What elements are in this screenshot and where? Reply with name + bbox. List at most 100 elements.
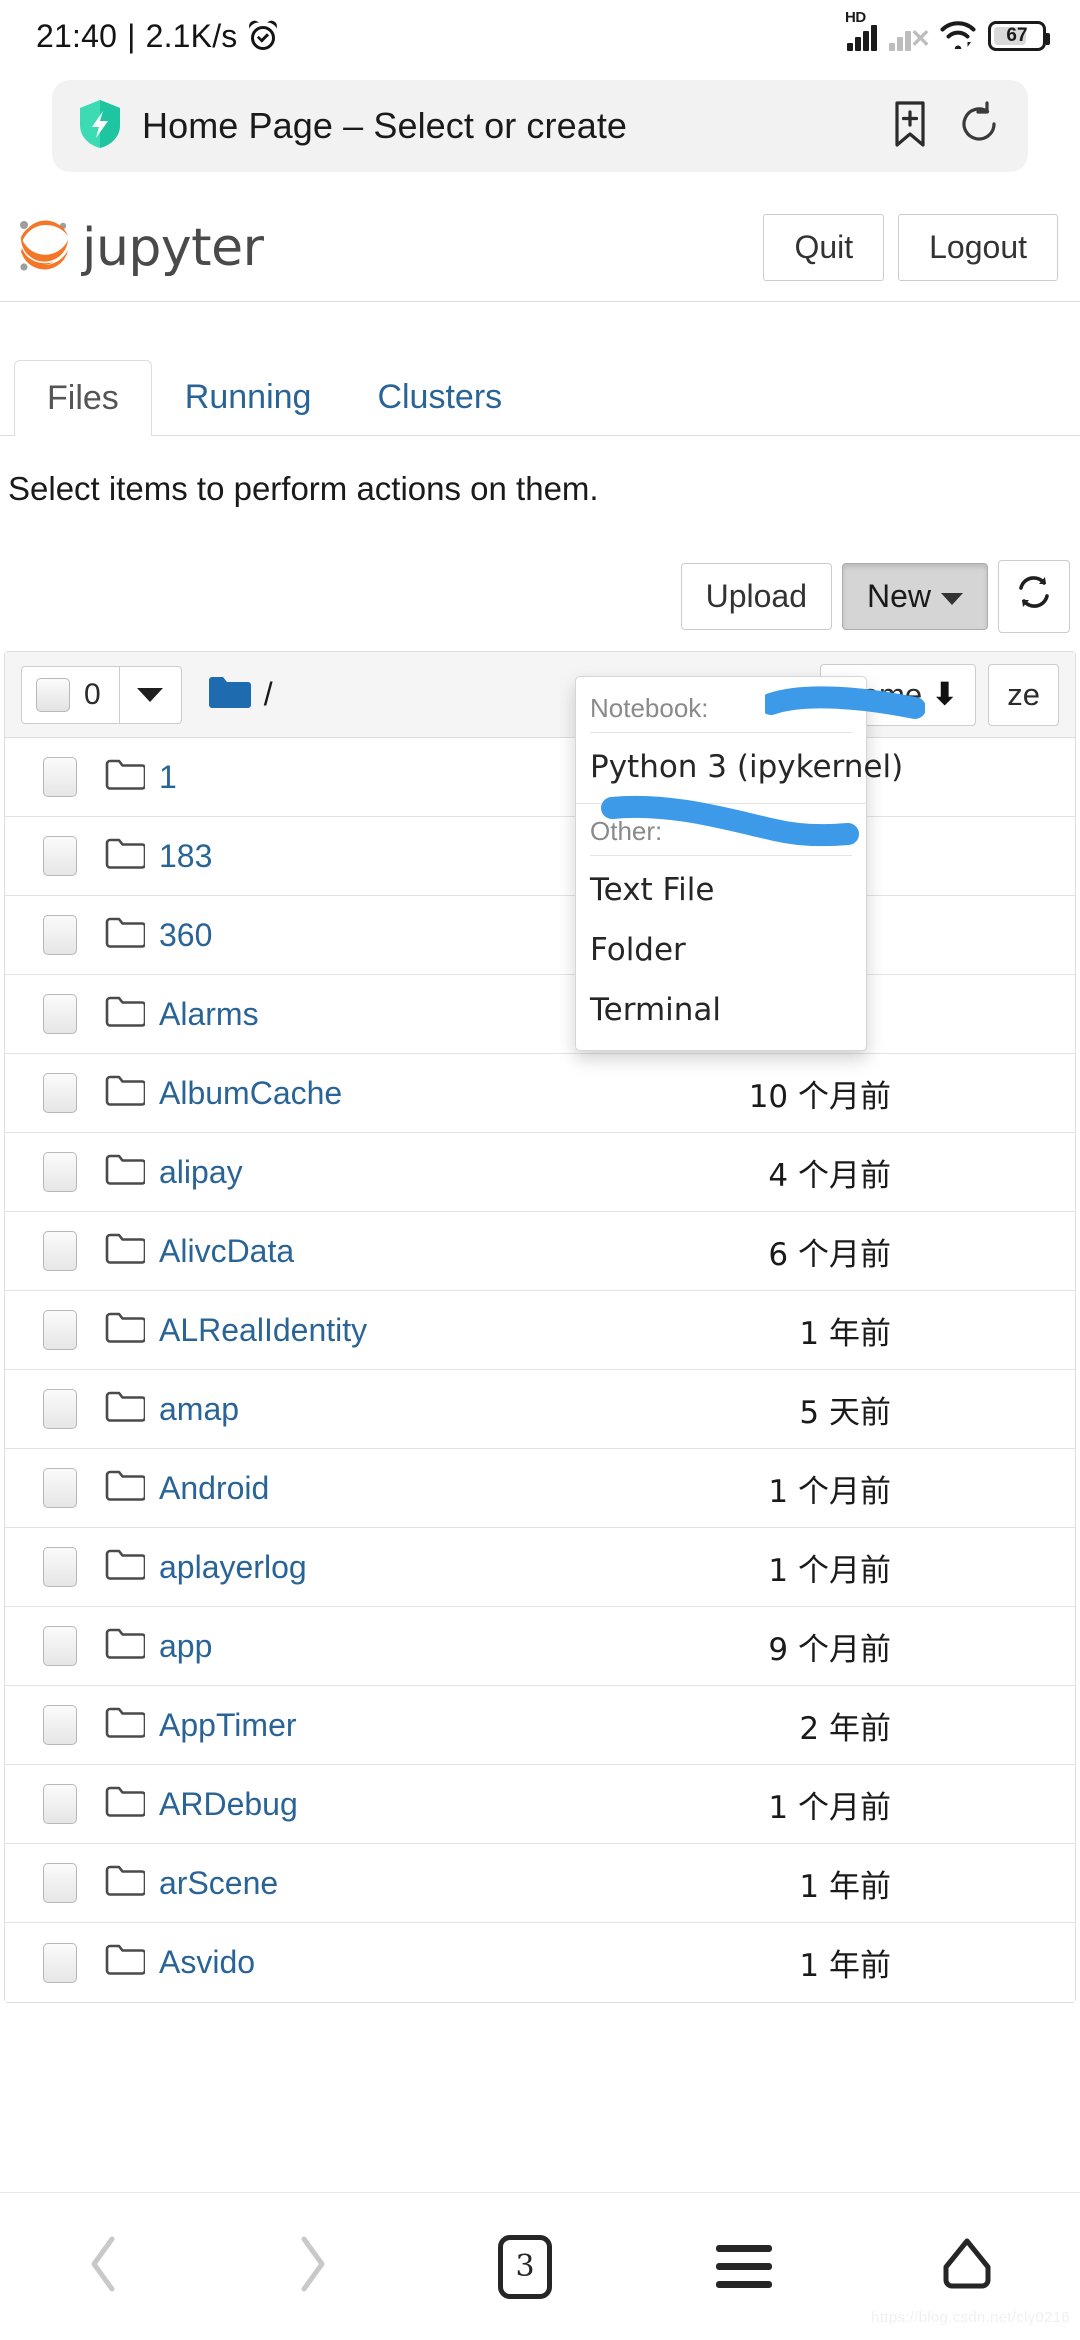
new-button[interactable]: New xyxy=(841,563,988,630)
file-name-link[interactable]: app xyxy=(159,1628,212,1665)
table-row[interactable]: AlbumCache 10 个月前 xyxy=(5,1054,1075,1133)
file-name-link[interactable]: AlbumCache xyxy=(159,1075,342,1112)
reload-icon[interactable] xyxy=(956,100,1002,153)
row-checkbox[interactable] xyxy=(43,1468,77,1508)
table-row[interactable]: alipay 4 个月前 xyxy=(5,1133,1075,1212)
tab-clusters[interactable]: Clusters xyxy=(344,359,535,435)
jupyter-page: jupyter Quit Logout Files Running Cluste… xyxy=(0,194,1080,2003)
table-row[interactable]: arScene 1 年前 xyxy=(5,1844,1075,1923)
select-all-checkbox[interactable]: 0 xyxy=(21,665,120,724)
table-row[interactable]: amap 5 天前 xyxy=(5,1370,1075,1449)
folder-outline-icon xyxy=(105,996,147,1033)
file-modified-time: 2 年前 xyxy=(799,1710,891,1747)
table-row[interactable]: AppTimer 2 年前 xyxy=(5,1686,1075,1765)
dropdown-item-python3[interactable]: Python 3 (ipykernel) xyxy=(576,737,903,797)
tab-running[interactable]: Running xyxy=(152,359,345,435)
table-row[interactable]: Alarms xyxy=(5,975,1075,1054)
table-row[interactable]: 183 xyxy=(5,817,1075,896)
table-row[interactable]: aplayerlog 1 个月前 xyxy=(5,1528,1075,1607)
folder-outline-icon xyxy=(105,838,147,875)
dropdown-rule xyxy=(590,732,852,733)
file-name-link[interactable]: AlivcData xyxy=(159,1233,294,1270)
row-checkbox[interactable] xyxy=(43,1152,77,1192)
selection-dropdown-button[interactable] xyxy=(119,665,182,724)
folder-outline-icon xyxy=(105,1786,147,1823)
tab-count-button[interactable]: 3 xyxy=(498,2234,552,2299)
file-name-link[interactable]: ARDebug xyxy=(159,1786,298,1823)
file-name-link[interactable]: 360 xyxy=(159,917,212,954)
upload-button[interactable]: Upload xyxy=(680,563,832,630)
refresh-icon xyxy=(1015,573,1053,620)
row-checkbox[interactable] xyxy=(43,1231,77,1271)
folder-outline-icon xyxy=(105,1549,147,1586)
logout-button[interactable]: Logout xyxy=(898,214,1058,281)
home-icon[interactable] xyxy=(936,2233,998,2300)
row-checkbox[interactable] xyxy=(43,994,77,1034)
folder-outline-icon xyxy=(105,917,147,954)
quit-button[interactable]: Quit xyxy=(763,214,885,281)
folder-outline-icon xyxy=(105,1075,147,1112)
file-list-header: 0 / Name ⬇ ze xyxy=(5,652,1075,738)
refresh-button[interactable] xyxy=(998,560,1070,633)
table-row[interactable]: 360 xyxy=(5,896,1075,975)
status-time: 21:40 xyxy=(36,17,118,54)
table-row[interactable]: ALRealIdentity 1 年前 xyxy=(5,1291,1075,1370)
header-buttons: Quit Logout xyxy=(763,214,1058,281)
file-modified-time: 1 年前 xyxy=(799,1868,891,1905)
breadcrumb-root[interactable]: / xyxy=(264,676,273,713)
row-checkbox[interactable] xyxy=(43,1626,77,1666)
table-row[interactable]: ARDebug 1 个月前 xyxy=(5,1765,1075,1844)
file-name-link[interactable]: aplayerlog xyxy=(159,1549,307,1586)
file-name-link[interactable]: AppTimer xyxy=(159,1707,297,1744)
cellular-signal-disabled-icon: ✕ xyxy=(889,21,931,52)
file-name-link[interactable]: Asvido xyxy=(159,1944,255,1981)
tab-files[interactable]: Files xyxy=(14,360,152,436)
folder-outline-icon xyxy=(105,1470,147,1507)
row-checkbox[interactable] xyxy=(43,1705,77,1745)
row-checkbox[interactable] xyxy=(43,757,77,797)
file-name-link[interactable]: Alarms xyxy=(159,996,259,1033)
table-row[interactable]: 1 xyxy=(5,738,1075,817)
row-checkbox[interactable] xyxy=(43,1863,77,1903)
dropdown-item-terminal[interactable]: Terminal xyxy=(576,980,866,1040)
row-checkbox[interactable] xyxy=(43,1073,77,1113)
file-name-link[interactable]: 1 xyxy=(159,759,177,796)
file-modified-time: 1 个月前 xyxy=(768,1789,891,1826)
row-checkbox[interactable] xyxy=(43,915,77,955)
jupyter-header: jupyter Quit Logout xyxy=(0,194,1080,302)
chevron-left-icon[interactable] xyxy=(82,2233,126,2300)
file-name-link[interactable]: amap xyxy=(159,1391,239,1428)
bookmark-add-icon[interactable] xyxy=(888,99,932,154)
file-name-link[interactable]: Android xyxy=(159,1470,269,1507)
row-checkbox[interactable] xyxy=(43,1547,77,1587)
alarm-clock-icon xyxy=(246,18,279,51)
row-checkbox[interactable] xyxy=(43,1389,77,1429)
jupyter-logo[interactable]: jupyter xyxy=(14,214,264,281)
row-checkbox[interactable] xyxy=(43,1784,77,1824)
file-name-link[interactable]: alipay xyxy=(159,1154,243,1191)
browser-address-bar[interactable]: Home Page – Select or create xyxy=(52,80,1028,172)
table-row[interactable]: app 9 个月前 xyxy=(5,1607,1075,1686)
folder-outline-icon xyxy=(105,1628,147,1665)
dropdown-other-label: Other: xyxy=(590,816,663,846)
folder-outline-icon xyxy=(105,1312,147,1349)
chevron-right-icon[interactable] xyxy=(290,2233,334,2300)
row-checkbox[interactable] xyxy=(43,836,77,876)
hamburger-menu-icon[interactable] xyxy=(716,2245,772,2288)
new-dropdown-menu[interactable]: Notebook: Python 3 (ipykernel) Other: Te… xyxy=(575,676,903,1051)
row-checkbox[interactable] xyxy=(43,1310,77,1350)
jupyter-tabs: Files Running Clusters xyxy=(0,344,1080,436)
dropdown-item-folder[interactable]: Folder xyxy=(576,920,866,980)
sort-by-size-button[interactable]: ze xyxy=(988,663,1059,726)
table-row[interactable]: Android 1 个月前 xyxy=(5,1449,1075,1528)
table-row[interactable]: Asvido 1 年前 xyxy=(5,1923,1075,2002)
folder-outline-icon xyxy=(105,1391,147,1428)
row-checkbox[interactable] xyxy=(43,1942,77,1983)
breadcrumb[interactable]: / xyxy=(208,675,273,714)
table-row[interactable]: AlivcData 6 个月前 xyxy=(5,1212,1075,1291)
dropdown-item-text-file[interactable]: Text File xyxy=(576,860,866,920)
file-name-link[interactable]: 183 xyxy=(159,838,212,875)
file-name-link[interactable]: ALRealIdentity xyxy=(159,1312,367,1349)
file-name-link[interactable]: arScene xyxy=(159,1865,278,1902)
folder-outline-icon xyxy=(105,1865,147,1902)
